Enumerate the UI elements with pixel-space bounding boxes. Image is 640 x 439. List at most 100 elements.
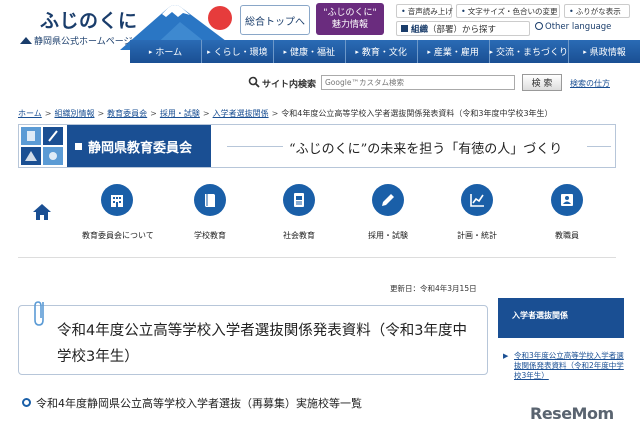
read-aloud-button[interactable]: • 音声読み上げ	[396, 4, 453, 18]
search-label: サイト内検索	[262, 79, 317, 90]
board-slogan: “ふじのくに”の未来を担う「有徳の人」づくり	[289, 142, 563, 157]
fujinokuni-appeal-button[interactable]: "ふじのくに" 魅力情報	[316, 3, 384, 35]
search-icon	[248, 76, 260, 88]
document-icon	[283, 184, 315, 216]
appeal-line2: 魅力情報	[331, 20, 368, 30]
category-social-education[interactable]: 社会教育	[264, 184, 334, 241]
chevron-right-icon: ▸	[427, 47, 431, 56]
category-staff[interactable]: 教職員	[532, 184, 602, 241]
furigana-label: ふりがな表示	[575, 6, 621, 16]
read-aloud-label: 音声読み上げ	[407, 6, 453, 16]
section-heading-text: 令和4年度静岡県公立高等学校入学者選抜（再募集）実施校等一覧	[36, 397, 362, 410]
pencil-icon	[372, 184, 404, 216]
section-heading: 令和4年度静岡県公立高等学校入学者選抜（再募集）実施校等一覧	[22, 395, 362, 411]
breadcrumb-board[interactable]: 教育委員会	[107, 109, 147, 118]
chevron-right-icon: ▸	[583, 47, 587, 56]
nav-government[interactable]: ▸ 県政情報	[569, 40, 640, 63]
nav-label: 県政情報	[589, 48, 626, 58]
square-icon	[401, 25, 408, 32]
circle-bullet-icon	[22, 398, 31, 407]
nav-exchange[interactable]: ▸ 交流・まちづくり	[490, 40, 570, 63]
breadcrumb-admission[interactable]: 入学者選抜関係	[213, 109, 269, 118]
search-by-org-button[interactable]: 組織 （部署）から探す	[396, 21, 530, 36]
nav-label: ホーム	[155, 48, 183, 58]
divider	[227, 146, 283, 147]
logo-subtitle-text: 静岡県公式ホームページ	[34, 37, 133, 47]
search-help-link[interactable]: 検索の仕方	[570, 78, 610, 89]
category-label: 計画・統計	[457, 231, 497, 240]
prefecture-mark-icon	[20, 37, 32, 44]
org-label-rest: （部署）から探す	[428, 24, 497, 35]
board-logo-icon	[19, 125, 65, 167]
building-icon	[101, 184, 133, 216]
board-title-text: 静岡県教育委員会	[88, 140, 193, 156]
text-size-label: 文字サイズ・色合いの変更	[467, 6, 558, 16]
divider	[18, 257, 616, 258]
nav-health[interactable]: ▸ 健康・福祉	[274, 40, 346, 63]
nav-home[interactable]: ▸ ホーム	[130, 40, 202, 63]
category-school[interactable]: 学校教育	[175, 184, 245, 241]
divider	[587, 146, 611, 147]
paperclip-icon	[34, 301, 44, 326]
breadcrumb-home[interactable]: ホーム	[18, 109, 42, 118]
breadcrumb-separator: >	[44, 109, 52, 118]
breadcrumb-org[interactable]: 組織別情報	[54, 109, 94, 118]
bullet-icon: •	[461, 6, 466, 16]
resemom-watermark: ReseMom	[530, 404, 614, 423]
nav-label: 健康・福祉	[290, 48, 336, 58]
breadcrumb-separator: >	[150, 109, 157, 118]
language-label: Other language	[545, 22, 612, 32]
breadcrumb-separator: >	[271, 109, 279, 118]
book-icon	[194, 184, 226, 216]
chevron-right-icon: ▸	[489, 47, 494, 56]
logo-subtitle: 静岡県公式ホームページ	[20, 34, 133, 47]
category-label: 学校教育	[194, 231, 226, 240]
category-recruit[interactable]: 採用・試験	[353, 184, 423, 241]
square-icon	[75, 142, 82, 150]
nav-label: くらし・環境	[213, 48, 268, 58]
category-label: 社会教育	[283, 231, 315, 240]
chevron-right-icon: ▸	[283, 47, 288, 56]
breadcrumb: ホーム > 組織別情報 > 教育委員会 > 採用・試験 > 入学者選抜関係 > 令和4年度公立高等学…	[18, 108, 553, 119]
bullet-icon: •	[569, 6, 574, 16]
org-label: 組織	[411, 24, 429, 35]
side-link-previous-year[interactable]: 令和3年度公立高等学校入学者選抜関係発表資料（令和2年度中学校3年生）	[514, 351, 624, 381]
category-label: 採用・試験	[368, 231, 408, 240]
nav-industry[interactable]: ▸ 産業・雇用	[418, 40, 490, 63]
appeal-line1: "ふじのくに"	[323, 8, 377, 18]
globe-icon	[535, 22, 543, 30]
breadcrumb-recruit[interactable]: 採用・試験	[160, 109, 200, 118]
global-nav: ▸ ホーム ▸ くらし・環境 ▸ 健康・福祉 ▸ 教育・文化 ▸ 産業・雇用 ▸ 交流・まち…	[130, 40, 640, 63]
nav-label: 産業・雇用	[433, 48, 479, 58]
chevron-right-icon: ▶	[503, 352, 509, 360]
chevron-right-icon: ▸	[148, 47, 153, 56]
nav-living[interactable]: ▸ くらし・環境	[202, 40, 274, 63]
search-input[interactable]	[321, 75, 515, 90]
breadcrumb-separator: >	[97, 109, 105, 118]
board-title[interactable]: 静岡県教育委員会	[67, 125, 211, 167]
category-board[interactable]: 教育委員会について	[82, 184, 154, 241]
person-icon	[551, 184, 583, 216]
nav-education[interactable]: ▸ 教育・文化	[346, 40, 418, 63]
updated-date: 更新日：令和4年3月15日	[390, 284, 477, 293]
nav-label: 教育・文化	[361, 48, 407, 58]
nav-label: 交流・まちづくり	[496, 48, 569, 58]
other-language-link[interactable]: Other language	[535, 22, 611, 32]
home-icon[interactable]	[32, 202, 52, 222]
category-label: 教職員	[555, 231, 579, 240]
bullet-icon: •	[401, 6, 406, 16]
board-banner: 静岡県教育委員会 “ふじのくに”の未来を担う「有徳の人」づくり	[18, 124, 616, 168]
category-plans-stats[interactable]: 計画・統計	[442, 184, 512, 241]
breadcrumb-current: 令和4年度公立高等学校入学者選抜関係発表資料（令和3年度中学校3年生）	[281, 109, 553, 118]
category-label: 教育委員会について	[82, 231, 154, 240]
chart-icon	[461, 184, 493, 216]
chevron-right-icon: ▸	[207, 47, 211, 56]
page-title-box: 令和4年度公立高等学校入学者選抜関係発表資料（令和3年度中学校3年生）	[18, 301, 488, 375]
text-size-color-button[interactable]: • 文字サイズ・色合いの変更	[456, 4, 560, 18]
top-page-button[interactable]: 総合トップへ	[240, 5, 310, 35]
site-search: サイト内検索 検 索 検索の仕方	[248, 74, 610, 92]
furigana-button[interactable]: • ふりがな表示	[564, 4, 630, 18]
search-button[interactable]: 検 索	[522, 74, 562, 91]
breadcrumb-separator: >	[202, 109, 210, 118]
chevron-right-icon: ▸	[355, 47, 359, 56]
